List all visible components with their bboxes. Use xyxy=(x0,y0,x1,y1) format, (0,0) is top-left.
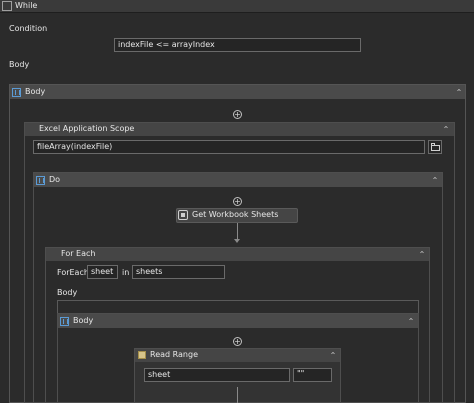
collapse-icon[interactable]: ⌃ xyxy=(406,317,416,327)
condition-input[interactable]: indexFile <= arrayIndex xyxy=(114,38,361,52)
read-range-icon xyxy=(138,351,146,359)
foreach-label: ForEach xyxy=(57,268,89,277)
folder-browse-icon[interactable] xyxy=(428,140,442,154)
add-activity-plus-icon[interactable]: + xyxy=(233,110,242,119)
collapse-icon[interactable]: ⌃ xyxy=(328,351,338,361)
inner-body-header[interactable] xyxy=(58,314,418,328)
for-each-title: For Each xyxy=(61,249,96,258)
foreach-body-label: Body xyxy=(57,288,78,297)
flow-arrow-icon xyxy=(234,239,240,243)
excel-scope-title: Excel Application Scope xyxy=(39,124,135,133)
read-range-title: Read Range xyxy=(150,350,198,359)
collapse-icon[interactable]: ⌃ xyxy=(441,125,451,135)
body-sequence-title: Body xyxy=(25,87,46,96)
get-workbook-sheets-title: Get Workbook Sheets xyxy=(192,210,279,219)
sheet-name-input[interactable]: sheet xyxy=(144,368,290,382)
do-sequence-title: Do xyxy=(49,175,61,184)
workbook-path-input[interactable]: fileArray(indexFile) xyxy=(33,140,425,154)
range-input[interactable]: "" xyxy=(293,368,332,382)
workbook-icon xyxy=(178,210,188,220)
while-body-label: Body xyxy=(9,60,30,69)
foreach-collection-input[interactable]: sheets xyxy=(132,265,225,279)
for-each-header[interactable] xyxy=(46,248,429,261)
add-activity-plus-icon[interactable]: + xyxy=(233,197,242,206)
sequence-icon xyxy=(12,88,21,97)
collapse-icon[interactable]: ⌃ xyxy=(417,250,427,260)
while-activity-icon xyxy=(2,1,12,11)
while-header[interactable] xyxy=(0,0,474,13)
collapse-icon[interactable]: ⌃ xyxy=(430,176,440,186)
inner-body-title: Body xyxy=(73,316,94,325)
condition-label: Condition xyxy=(9,24,48,33)
foreach-item-input[interactable]: sheet xyxy=(87,265,118,279)
in-label: in xyxy=(122,268,130,277)
while-title: While xyxy=(15,1,38,10)
flow-connector xyxy=(237,223,238,240)
body-sequence-header[interactable] xyxy=(10,85,465,99)
collapse-icon[interactable]: ⌃ xyxy=(454,88,464,98)
sequence-icon xyxy=(60,317,69,326)
flow-connector xyxy=(237,387,238,403)
do-sequence-header[interactable] xyxy=(34,173,442,187)
add-activity-plus-icon[interactable]: + xyxy=(233,337,242,346)
sequence-icon xyxy=(36,176,45,185)
